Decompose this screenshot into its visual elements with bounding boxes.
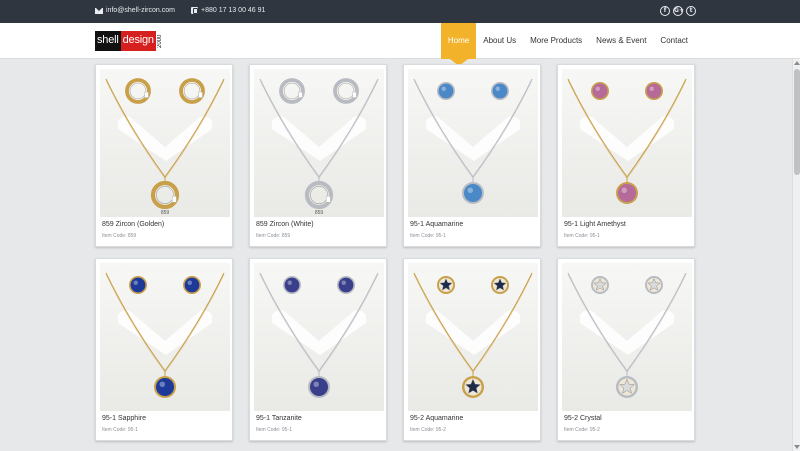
- scrollbar-thumb[interactable]: [794, 69, 800, 175]
- scroll-down-arrow-icon[interactable]: [794, 445, 800, 449]
- nav-about-us[interactable]: About Us: [476, 23, 523, 59]
- product-image[interactable]: [562, 263, 692, 411]
- product-card[interactable]: 95-1 Sapphire Item Code: 95-1: [95, 258, 233, 441]
- social-links: f G+ t: [660, 6, 696, 16]
- product-card[interactable]: 95-2 Aquamarine Item Code: 95-2: [403, 258, 541, 441]
- product-name[interactable]: 95-1 Aquamarine: [410, 221, 463, 228]
- nav-more-products[interactable]: More Products: [523, 23, 589, 59]
- twitter-icon[interactable]: t: [686, 6, 696, 16]
- phone-contact: +880 17 13 00 46 91: [191, 7, 265, 14]
- product-code: Item Code: 95-2: [410, 427, 446, 433]
- phone-icon: [191, 7, 198, 14]
- product-code: Item Code: 95-1: [102, 427, 138, 433]
- product-photo-illustration: [254, 263, 384, 411]
- product-code: Item Code: 95-1: [410, 233, 446, 239]
- phone-text: +880 17 13 00 46 91: [201, 7, 266, 14]
- product-photo-illustration: [562, 69, 692, 217]
- product-image[interactable]: [100, 263, 230, 411]
- product-name[interactable]: 95-1 Light Amethyst: [564, 221, 626, 228]
- page-scrollbar[interactable]: [792, 59, 800, 451]
- product-card[interactable]: 95-1 Aquamarine Item Code: 95-1: [403, 64, 541, 247]
- nav-news-event[interactable]: News & Event: [589, 23, 653, 59]
- facebook-icon[interactable]: f: [660, 6, 670, 16]
- product-card[interactable]: 95-2 Crystal Item Code: 95-2: [557, 258, 695, 441]
- logo-part-shell: shell: [95, 31, 121, 51]
- product-card[interactable]: 95-1 Light Amethyst Item Code: 95-1: [557, 64, 695, 247]
- svg-text:859: 859: [161, 210, 170, 216]
- product-card[interactable]: 859 859 Zircon (Golden) Item Code: 859: [95, 64, 233, 247]
- product-photo-illustration: [408, 263, 538, 411]
- product-name[interactable]: 859 Zircon (Golden): [102, 221, 164, 228]
- product-code: Item Code: 95-1: [256, 427, 292, 433]
- logo-part-design: design: [120, 31, 156, 51]
- logo-part-year: 2000: [156, 34, 163, 48]
- product-name[interactable]: 95-1 Tanzanite: [256, 415, 302, 422]
- main-nav: Home About Us More Products News & Event…: [440, 23, 695, 66]
- product-name[interactable]: 95-1 Sapphire: [102, 415, 146, 422]
- product-photo-illustration: 859: [100, 69, 230, 217]
- site-logo[interactable]: shell design 2000: [95, 31, 164, 51]
- product-name[interactable]: 95-2 Aquamarine: [410, 415, 463, 422]
- google-plus-icon[interactable]: G+: [673, 6, 684, 16]
- nav-home[interactable]: Home: [440, 23, 477, 66]
- product-photo-illustration: [408, 69, 538, 217]
- site-header: shell design 2000 Home About Us More Pro…: [0, 23, 800, 66]
- product-card[interactable]: 95-1 Tanzanite Item Code: 95-1: [249, 258, 387, 441]
- product-code: Item Code: 859: [102, 233, 137, 239]
- nav-contact[interactable]: Contact: [653, 23, 695, 59]
- scroll-up-arrow-icon[interactable]: [794, 61, 800, 65]
- product-image[interactable]: [562, 69, 692, 217]
- product-image[interactable]: 859: [100, 69, 230, 217]
- product-code: Item Code: 95-1: [564, 233, 600, 239]
- product-image[interactable]: [254, 263, 384, 411]
- product-image[interactable]: 859: [254, 69, 384, 217]
- product-image[interactable]: [408, 69, 538, 217]
- product-code: Item Code: 859: [256, 233, 291, 239]
- email-text[interactable]: info@shell-zircon.com: [106, 7, 175, 14]
- top-bar: info@shell-zircon.com +880 17 13 00 46 9…: [0, 0, 800, 23]
- svg-text:859: 859: [315, 210, 324, 216]
- envelope-icon: [95, 7, 103, 14]
- product-photo-illustration: 859: [254, 69, 384, 217]
- product-image[interactable]: [408, 263, 538, 411]
- product-name[interactable]: 95-2 Crystal: [564, 415, 602, 422]
- product-name[interactable]: 859 Zircon (White): [256, 221, 314, 228]
- product-code: Item Code: 95-2: [564, 427, 600, 433]
- product-card[interactable]: 859 859 Zircon (White) Item Code: 859: [249, 64, 387, 247]
- email-contact[interactable]: info@shell-zircon.com: [95, 7, 175, 14]
- product-photo-illustration: [562, 263, 692, 411]
- product-photo-illustration: [100, 263, 230, 411]
